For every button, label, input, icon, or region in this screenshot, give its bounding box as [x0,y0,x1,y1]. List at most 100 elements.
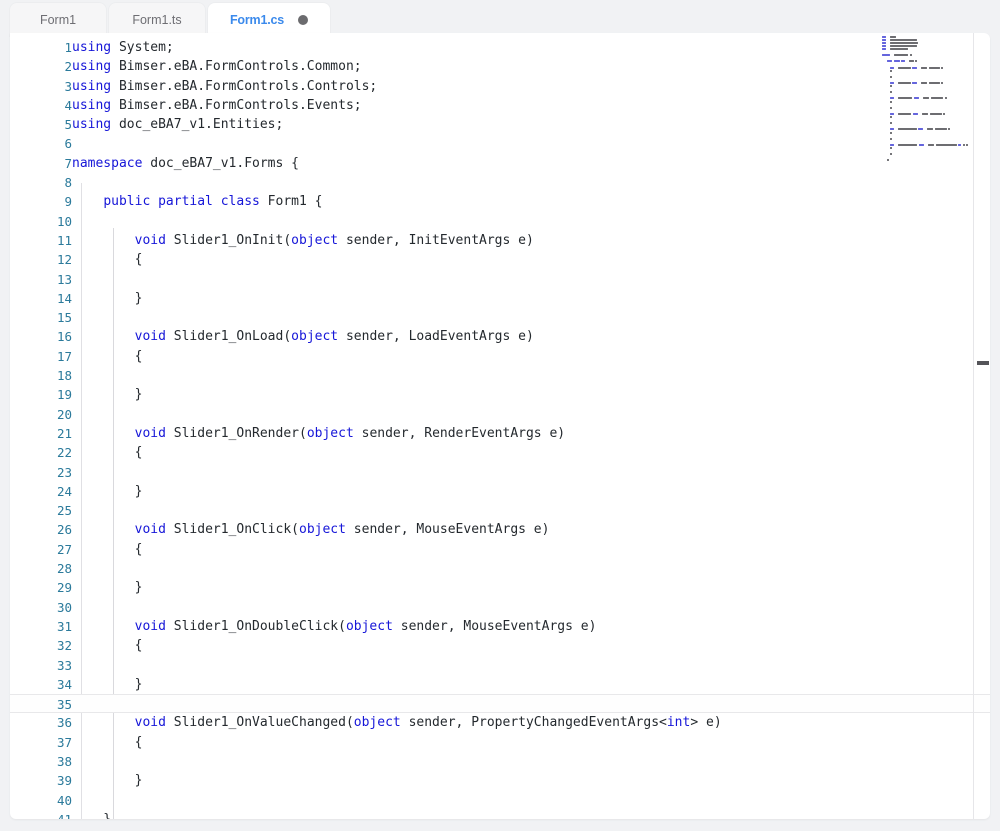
code-line-content: void Slider1_OnValueChanged(object sende… [72,713,722,732]
code-line[interactable]: 21 void Slider1_OnRender(object sender, … [10,424,990,443]
minimap-indent [907,60,908,62]
editor-tab-label: Form1 [40,13,76,27]
code-line-content: using Bimser.eBA.FormControls.Controls; [72,77,377,96]
code-line[interactable]: 41 } [10,810,990,819]
minimap-indent [920,113,921,115]
code-line[interactable]: 30 [10,598,990,617]
code-line-content: using doc_eBA7_v1.Entities; [72,115,283,134]
code-line-content: { [72,540,142,559]
code-line[interactable]: 35 [10,694,990,713]
code-line[interactable]: 32 { [10,636,990,655]
line-number: 26 [10,520,72,539]
minimap-token [898,82,911,84]
editor-tab-form1-ts[interactable]: Form1.ts [109,3,205,36]
unsaved-changes-dot-icon[interactable] [298,15,308,25]
code-line[interactable]: 20 [10,405,990,424]
code-token: { [72,638,142,653]
code-line[interactable]: 22 { [10,443,990,462]
code-line[interactable]: 36 void Slider1_OnValueChanged(object se… [10,713,990,732]
minimap-token [890,122,892,124]
line-number: 38 [10,752,72,771]
line-number: 18 [10,366,72,385]
code-line[interactable]: 27 { [10,540,990,559]
code-token: sender, MouseEventArgs e) [393,619,597,634]
code-line[interactable]: 13 [10,270,990,289]
minimap-token [890,85,892,87]
code-line[interactable]: 4using Bimser.eBA.FormControls.Events; [10,96,990,115]
code-line-content: void Slider1_OnLoad(object sender, LoadE… [72,327,534,346]
code-line[interactable]: 3using Bimser.eBA.FormControls.Controls; [10,77,990,96]
minimap-token [890,153,892,155]
code-line[interactable]: 7namespace doc_eBA7_v1.Forms { [10,154,990,173]
code-line[interactable]: 25 [10,501,990,520]
minimap-token [919,144,924,146]
code-line[interactable]: 19 } [10,385,990,404]
line-number: 16 [10,327,72,346]
code-line-content: void Slider1_OnDoubleClick(object sender… [72,617,596,636]
code-line[interactable]: 6 [10,134,990,153]
code-token: Slider1_OnDoubleClick( [166,619,346,634]
minimap-token [945,97,947,99]
code-line[interactable]: 39 } [10,771,990,790]
code-line[interactable]: 31 void Slider1_OnDoubleClick(object sen… [10,617,990,636]
minimap-indent [882,147,889,149]
code-token: sender, LoadEventArgs e) [338,329,534,344]
line-number: 23 [10,463,72,482]
code-line-content: void Slider1_OnRender(object sender, Ren… [72,424,565,443]
code-line[interactable]: 16 void Slider1_OnLoad(object sender, Lo… [10,327,990,346]
code-line[interactable]: 8 [10,173,990,192]
code-line[interactable]: 5using doc_eBA7_v1.Entities; [10,115,990,134]
code-line[interactable]: 18 [10,366,990,385]
code-line[interactable]: 33 [10,656,990,675]
minimap-token [901,60,905,62]
minimap-token [927,128,933,130]
code-line[interactable]: 10 [10,212,990,231]
code-token: object [307,426,354,441]
minimap-indent [895,113,896,115]
line-number: 36 [10,713,72,732]
code-token [72,233,135,248]
code-line[interactable]: 38 [10,752,990,771]
line-number: 17 [10,347,72,366]
code-line[interactable]: 2using Bimser.eBA.FormControls.Common; [10,57,990,76]
minimap[interactable] [880,35,972,175]
line-number: 35 [10,695,72,714]
editor-panel: 1using System;2using Bimser.eBA.FormCont… [10,33,990,819]
code-token [72,619,135,634]
code-line[interactable]: 15 [10,308,990,327]
code-token [72,522,135,537]
line-number: 8 [10,173,72,192]
code-line[interactable]: 23 [10,463,990,482]
code-line[interactable]: 28 [10,559,990,578]
code-line[interactable]: 14 } [10,289,990,308]
code-area[interactable]: 1using System;2using Bimser.eBA.FormCont… [10,33,990,819]
code-line[interactable]: 37 { [10,733,990,752]
code-token: Form1 { [260,194,323,209]
code-line[interactable]: 1using System; [10,38,990,57]
code-line[interactable]: 29 } [10,578,990,597]
minimap-token [935,128,947,130]
minimap-token [963,144,965,146]
line-number: 14 [10,289,72,308]
code-line[interactable]: 26 void Slider1_OnClick(object sender, M… [10,520,990,539]
code-token: object [291,233,338,248]
code-token: { [72,349,142,364]
code-line-content: using Bimser.eBA.FormControls.Common; [72,57,362,76]
code-line[interactable]: 12 { [10,250,990,269]
line-number: 13 [10,270,72,289]
code-line[interactable]: 11 void Slider1_OnInit(object sender, In… [10,231,990,250]
line-number: 41 [10,810,72,819]
code-line[interactable]: 40 [10,791,990,810]
editor-tab-form1-cs[interactable]: Form1.cs [208,3,330,36]
minimap-token [966,144,968,146]
minimap-token [898,144,918,146]
vertical-scrollbar[interactable] [976,33,990,819]
code-token: public partial class [103,194,260,209]
editor-tab-form1[interactable]: Form1 [10,3,106,36]
code-line[interactable]: 34 } [10,675,990,694]
code-line[interactable]: 17 { [10,347,990,366]
code-line[interactable]: 9 public partial class Form1 { [10,192,990,211]
vertical-scrollbar-thumb[interactable] [977,361,989,365]
code-line[interactable]: 24 } [10,482,990,501]
line-number: 40 [10,791,72,810]
